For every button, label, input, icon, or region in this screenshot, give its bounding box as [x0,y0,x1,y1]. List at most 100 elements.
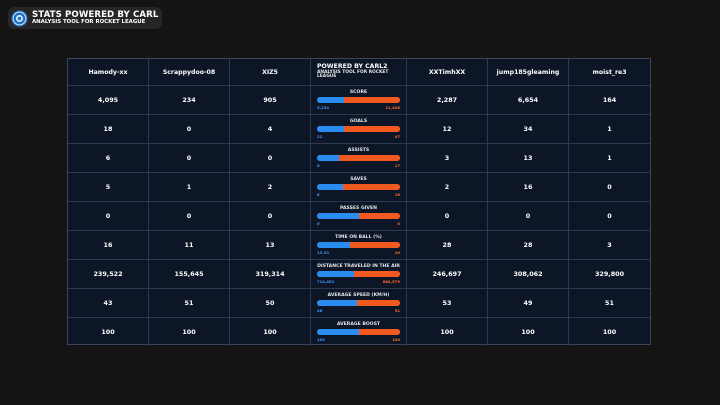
stat-comparison: AVERAGE BOOST 100 100 [311,318,407,346]
orange-bar-fill [358,329,400,335]
blue-bar-fill [317,126,344,132]
orange-player-stat: 0 [607,183,612,191]
stat-row: 600 ASSISTS 6 17 3 13 1 [68,143,650,172]
blue-team-total: 100 [317,337,325,342]
orange-player-stat: 0 [407,202,488,230]
orange-player-stat: 3 [607,241,612,249]
blue-player-stat: 13 [230,231,311,259]
orange-player-stat: 308,062 [488,260,569,288]
orange-player-stat: 0 [488,202,569,230]
blue-team-total: 22 [317,134,323,139]
blue-bar-fill [317,242,351,248]
stat-label: TIME ON BALL (%) [335,235,382,240]
stat-row: 4,095 234 905 SCORE 5,234 11,426 2,287 6,65… [68,85,650,114]
orange-player-stat: 100 [407,318,488,346]
blue-player-stat: 0 [149,115,230,143]
blue-player-name: XIZ5 [230,59,311,85]
orange-bar-fill [358,213,400,219]
comparison-bar [317,300,400,306]
blue-bar-fill [317,329,359,335]
orange-bar-fill [343,97,400,103]
blue-team-total: 8 [317,192,320,197]
orange-player-name: XXTimhXX [407,59,488,85]
blue-player-stat: 43 [68,289,149,317]
orange-player-stat: 16 [488,173,569,201]
player-header-row: Hamody-xx Scrappydoo-08 XIZ5 POWERED BY … [68,59,650,85]
comparison-bar [317,329,400,335]
orange-player-stat: 2,287 [407,86,488,114]
orange-player-stat: 100 [488,318,569,346]
team-totals: 100 100 [317,337,400,342]
stat-row: 512 SAVES 8 18 2 16 0 [68,172,650,201]
orange-team-total: 18 [394,192,400,197]
stat-row: 43 51 50 AVERAGE SPEED (KM/H) 48 51 53 49 51 [68,288,650,317]
orange-team-total: 47 [394,134,400,139]
blue-player-stat: 319,314 [230,260,311,288]
team-totals: 0 0 [317,221,400,226]
blue-bar-fill [317,97,344,103]
orange-team-total: 11,426 [385,105,400,110]
brand-subtitle: ANALYSIS TOOL FOR ROCKET LEAGUE [32,19,146,26]
comparison-bar [317,155,400,161]
stat-label: DISTANCE TRAVELED IN THE AIR [317,264,400,269]
blue-team-total: 13.33 [317,250,330,255]
blue-player-stat: 18 [68,115,149,143]
orange-player-stat: 12 [407,115,488,143]
team-totals: 48 51 [317,308,400,313]
blue-bar-fill [317,271,355,277]
blue-team-total: 48 [317,308,323,313]
orange-player-stat: 1 [607,125,612,133]
stat-label: SCORE [349,90,368,95]
orange-player-stat: 6,654 [488,86,569,114]
blue-player-stat: 0 [149,144,230,172]
stat-row: 16 11 13 TIME ON BALL (%) 13.33 20 28 28 3 [68,230,650,259]
stat-comparison: SCORE 5,234 11,426 [311,86,407,114]
blue-player-stat: 905 [230,86,311,114]
orange-team-total: 17 [394,163,400,168]
comparison-bar [317,271,400,277]
team-totals: 13.33 20 [317,250,400,255]
orange-player-stat: 164 [602,96,617,104]
blue-player-stat: 155,645 [149,260,230,288]
stat-comparison: AVERAGE SPEED (KM/H) 48 51 [311,289,407,317]
orange-team-total: 100 [392,337,400,342]
blue-player-stat: 11 [149,231,230,259]
comparison-bar [317,213,400,219]
orange-team-total: 51 [394,308,400,313]
orange-player-stat: 53 [407,289,488,317]
stat-label: GOALS [349,119,368,124]
orange-bar-fill [342,184,400,190]
orange-player-stat: 3 [407,144,488,172]
brand-badge: STATS POWERED BY CARL ANALYSIS TOOL FOR … [8,7,162,29]
blue-player-stat: 51 [149,289,230,317]
orange-bar-fill [350,242,400,248]
stat-label: PASSES GIVEN [340,206,377,211]
blue-player-stat: 2 [230,173,311,201]
stat-row: 239,522 155,645 319,314 DISTANCE TRAVELED … [68,259,650,288]
center-header: POWERED BY CARL2 ANALYSIS TOOL FOR ROCKE… [311,59,407,85]
orange-team-total: 20 [394,250,400,255]
stat-comparison: GOALS 22 47 [311,115,407,143]
blue-team-total: 5,234 [317,105,330,110]
blue-team-total: 714,481 [317,279,335,284]
blue-player-stat: 0 [68,202,149,230]
orange-player-stat: 1 [607,154,612,162]
orange-team-total: 0 [397,221,400,226]
scoreboard: Hamody-xx Scrappydoo-08 XIZ5 POWERED BY … [67,58,651,346]
stat-comparison: ASSISTS 6 17 [311,144,407,172]
orange-player-stat: 34 [488,115,569,143]
orange-player-stat: 246,697 [407,260,488,288]
orange-player-stat: 100 [602,328,617,336]
stat-label: AVERAGE SPEED (KM/H) [327,293,390,298]
blue-bar-fill [317,300,357,306]
blue-player-stat: 6 [68,144,149,172]
blue-player-name: Scrappydoo-08 [149,59,230,85]
stat-row: 000 PASSES GIVEN 0 0 000 [68,201,650,230]
orange-player-name: moist_re3 [592,68,627,76]
team-totals: 22 47 [317,134,400,139]
stat-label: AVERAGE BOOST [336,322,381,327]
blue-player-stat: 1 [149,173,230,201]
brand-title: STATS POWERED BY CARL [32,9,159,20]
blue-player-stat: 50 [230,289,311,317]
orange-bar-fill [338,155,400,161]
